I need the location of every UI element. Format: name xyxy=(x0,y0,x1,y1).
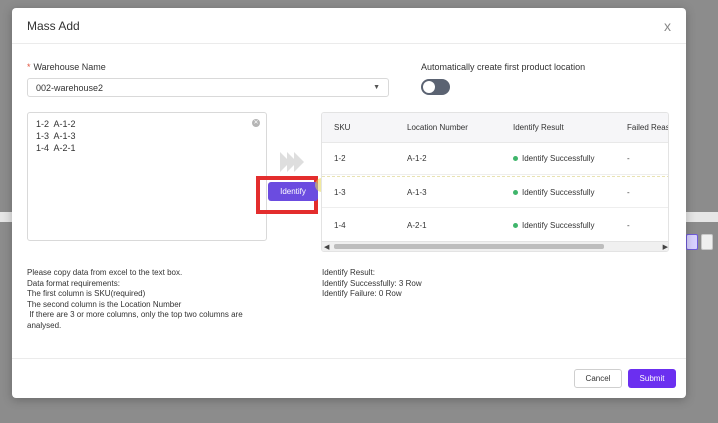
textarea-line: 1-3 A-1-3 xyxy=(36,131,76,141)
background-page-button xyxy=(686,234,698,250)
cell-result-text: Identify Successfully xyxy=(522,187,595,197)
textarea-line: 1-4 A-2-1 xyxy=(36,143,76,153)
cell-sku: 1-4 xyxy=(334,220,346,230)
dialog-footer: Cancel Submit xyxy=(12,358,686,398)
table-row: 1-3 A-1-3 Identify Successfully - xyxy=(322,176,668,208)
table-row: 1-4 A-2-1 Identify Successfully - xyxy=(322,209,668,241)
instruction-line: The second column is the Location Number xyxy=(27,299,182,309)
background-page-strip xyxy=(0,212,12,222)
mass-add-dialog: Mass Add x * Warehouse Name 002-warehouse… xyxy=(12,8,686,398)
cell-failed-reason: - xyxy=(627,154,630,163)
column-header-location: Location Number xyxy=(407,123,468,132)
auto-location-label: Automatically create first product locat… xyxy=(421,62,586,72)
identify-result-table: SKU Location Number Identify Result Fail… xyxy=(321,112,669,252)
clear-icon[interactable]: ✕ xyxy=(252,119,260,127)
cancel-button[interactable]: Cancel xyxy=(574,369,622,388)
result-success-count: Identify Successfully: 3 Row xyxy=(322,278,422,288)
dialog-header: Mass Add x xyxy=(12,8,686,44)
instruction-line: analysed. xyxy=(27,320,62,330)
required-mark: * xyxy=(27,62,31,72)
auto-location-toggle[interactable] xyxy=(421,79,450,95)
cell-result: Identify Successfully xyxy=(513,177,594,207)
result-failure-count: Identify Failure: 0 Row xyxy=(322,289,402,298)
format-instructions: Please copy data from excel to the text … xyxy=(27,268,297,331)
cell-location: A-1-3 xyxy=(407,187,427,197)
cell-failed-reason: - xyxy=(627,187,630,197)
cell-result: Identify Successfully xyxy=(513,209,594,241)
column-header-failed-reason: Failed Reas xyxy=(627,123,669,132)
identify-result-summary: Identify Result: Identify Successfully: … xyxy=(322,268,422,300)
scroll-left-icon[interactable]: ◀ xyxy=(324,243,329,251)
cell-failed-reason: - xyxy=(627,220,630,230)
table-row: 1-2 A-1-2 Identify Successfully - xyxy=(322,143,668,175)
cell-result: Identify Successfully xyxy=(513,143,594,174)
cell-result-text: Identify Successfully xyxy=(522,154,595,163)
submit-button[interactable]: Submit xyxy=(628,369,676,388)
cell-sku: 1-3 xyxy=(334,187,346,197)
dialog-title: Mass Add xyxy=(27,18,80,33)
warehouse-label: * Warehouse Name xyxy=(27,62,106,72)
scrollbar-thumb[interactable] xyxy=(334,244,604,249)
identify-button[interactable]: Identify xyxy=(268,182,318,201)
cell-sku: 1-2 xyxy=(334,154,346,163)
result-summary-title: Identify Result: xyxy=(322,268,375,277)
column-header-sku: SKU xyxy=(334,123,351,132)
warehouse-label-text: Warehouse Name xyxy=(33,62,106,72)
success-status-icon xyxy=(513,222,518,228)
toggle-knob xyxy=(423,81,435,93)
scroll-right-icon[interactable]: ▶ xyxy=(663,243,668,251)
chevron-down-icon: ▼ xyxy=(373,84,380,91)
arrow-right-icon xyxy=(280,152,304,172)
success-status-icon xyxy=(513,189,518,195)
background-page-button xyxy=(701,234,713,250)
textarea-line: 1-2 A-1-2 xyxy=(36,119,76,129)
table-header-row: SKU Location Number Identify Result Fail… xyxy=(322,113,669,143)
cell-location: A-1-2 xyxy=(407,154,427,163)
sku-input-textarea[interactable]: 1-2 A-1-2 1-3 A-1-3 1-4 A-2-1 ✕ xyxy=(27,112,267,241)
background-pagination xyxy=(686,234,713,250)
warehouse-select-value: 002-warehouse2 xyxy=(36,82,104,93)
horizontal-scrollbar[interactable]: ◀ ▶ xyxy=(322,241,668,251)
close-icon[interactable]: x xyxy=(664,18,671,34)
column-header-result: Identify Result xyxy=(513,123,564,132)
background-page-strip xyxy=(686,212,718,222)
instruction-line: Data format requirements: xyxy=(27,278,120,288)
instruction-line: The first column is SKU(required) xyxy=(27,289,146,298)
cell-location: A-2-1 xyxy=(407,220,427,230)
cell-result-text: Identify Successfully xyxy=(522,220,595,230)
success-status-icon xyxy=(513,156,518,161)
instruction-line: If there are 3 or more columns, only the… xyxy=(27,310,243,319)
instruction-line: Please copy data from excel to the text … xyxy=(27,268,183,277)
warehouse-select[interactable]: 002-warehouse2 ▼ xyxy=(27,78,389,97)
